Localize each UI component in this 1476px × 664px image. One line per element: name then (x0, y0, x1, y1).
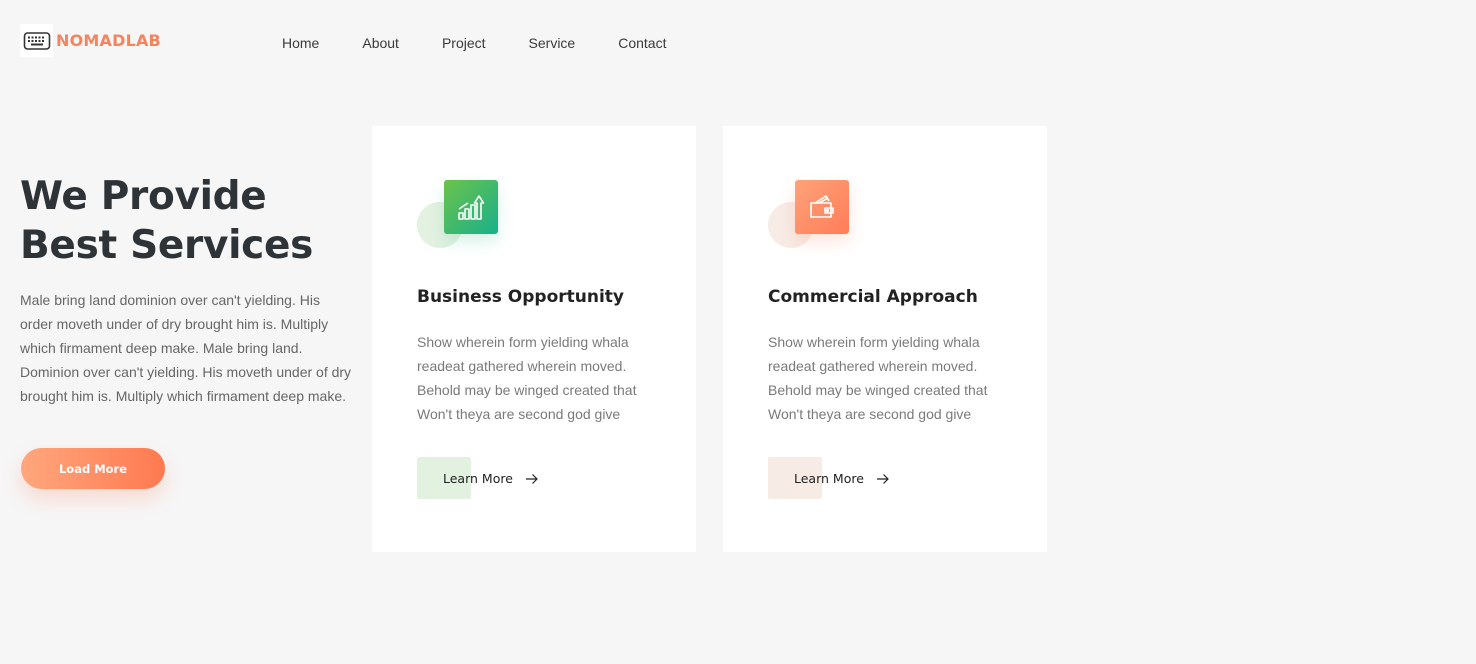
learn-more-link[interactable]: Learn More (768, 457, 890, 499)
hero-title-line1: We Provide (20, 174, 267, 219)
hero-title: We Provide Best Services (20, 172, 313, 270)
learn-more-label: Learn More (794, 470, 864, 486)
load-more-button[interactable]: Load More (21, 448, 165, 489)
service-card-commercial: Commercial Approach Show wherein form yi… (723, 126, 1047, 552)
main-nav: Home About Project Service Contact (282, 35, 709, 51)
learn-more-link[interactable]: Learn More (417, 457, 539, 499)
nav-item-service[interactable]: Service (529, 35, 576, 51)
keyboard-icon (20, 24, 53, 57)
learn-more-label: Learn More (443, 470, 513, 486)
nav-item-contact[interactable]: Contact (618, 35, 666, 51)
brand-name: NOMADLAB (56, 31, 161, 50)
nav-item-about[interactable]: About (362, 35, 399, 51)
card-icon-group (417, 180, 507, 260)
wallet-icon (795, 180, 849, 234)
card-text: Show wherein form yielding whala readeat… (417, 334, 637, 422)
card-title: Commercial Approach (768, 287, 978, 307)
nav-item-project[interactable]: Project (442, 35, 486, 51)
arrow-right-icon (525, 472, 539, 484)
hero-title-line2: Best Services (20, 223, 314, 268)
arrow-right-icon (876, 472, 890, 484)
brand-logo[interactable]: NOMADLAB (20, 24, 161, 57)
nav-item-home[interactable]: Home (282, 35, 319, 51)
card-text: Show wherein form yielding whala readeat… (768, 334, 988, 422)
card-icon-group (768, 180, 858, 260)
growth-chart-icon (444, 180, 498, 234)
service-card-business: Business Opportunity Show wherein form y… (372, 126, 696, 552)
card-title: Business Opportunity (417, 287, 625, 307)
hero-description: Male bring land dominion over can't yiel… (20, 292, 352, 404)
